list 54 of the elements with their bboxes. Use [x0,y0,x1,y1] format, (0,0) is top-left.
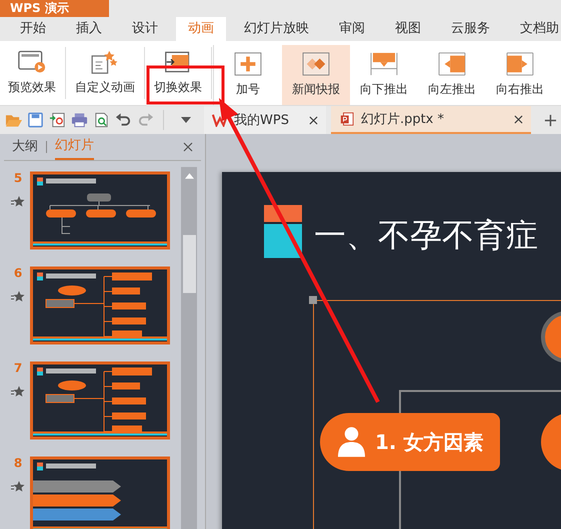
tab-label: 幻灯片.pptx * [360,111,444,128]
close-icon[interactable] [308,116,318,124]
ribbon-button[interactable]: 自定义动画 [67,41,143,105]
resize-handle[interactable] [309,296,317,304]
plus-icon [233,52,263,76]
menu-tab[interactable]: 文档助 [508,17,561,41]
push-left-icon [437,52,467,76]
app-title: WPS 演示 [0,0,109,17]
caret-icon[interactable] [181,117,191,123]
save-icon[interactable] [27,112,44,128]
slide-number: 5 [14,171,22,185]
menu-tab[interactable]: 云服务 [439,17,502,41]
w-logo-icon [212,113,228,127]
print-preview-icon[interactable] [93,112,110,128]
menu-tab[interactable]: 视图 [383,17,433,41]
undo-icon[interactable] [115,112,132,128]
star-icon[interactable] [11,385,25,399]
slide-thumbnail[interactable] [30,171,170,250]
scrollbar[interactable] [181,167,197,529]
push-right-icon [505,52,535,76]
menu-tab[interactable]: 幻灯片放映 [232,17,321,41]
print-icon[interactable] [71,112,88,128]
slide-number: 6 [14,266,22,280]
tab-label: 我的WPS [234,112,289,129]
star-icon[interactable] [11,480,25,494]
slide-title: 一、不孕不育症 [314,215,538,256]
effect-option[interactable]: 新闻快报 [282,45,350,105]
ribbon-button[interactable]: 预览效果 [0,41,64,105]
star-icon[interactable] [11,290,25,304]
close-icon[interactable] [183,142,193,152]
scroll-thumb[interactable] [182,235,196,293]
menu-tab[interactable]: 设计 [120,17,170,41]
slide-number: 8 [14,456,22,470]
preview-icon [18,50,46,74]
menu-tab[interactable]: 插入 [64,17,114,41]
slide-thumbnail[interactable] [30,456,170,529]
document-tab[interactable]: 幻灯片.pptx * [330,106,531,134]
menu-tab[interactable]: 审阅 [327,17,377,41]
menu-tab[interactable]: 开始 [8,17,58,41]
star-icon[interactable] [11,195,25,209]
slide-thumbnail[interactable] [30,361,170,440]
document-tab[interactable]: 我的WPS [204,106,326,134]
stars-icon [91,50,119,74]
close-icon[interactable] [514,114,523,124]
person-icon [338,426,365,458]
slide-number: 7 [14,361,22,375]
push-down-icon [369,52,399,76]
slide-thumbnail[interactable] [30,266,170,345]
presentation-file-icon [338,112,355,126]
new-tab-icon[interactable] [544,114,557,126]
ribbon-button[interactable]: 切换效果 [146,41,210,105]
title-marker-drawing [264,205,302,258]
pdf-export-icon[interactable] [49,112,66,128]
panel-tab[interactable]: 大纲 [12,135,38,159]
